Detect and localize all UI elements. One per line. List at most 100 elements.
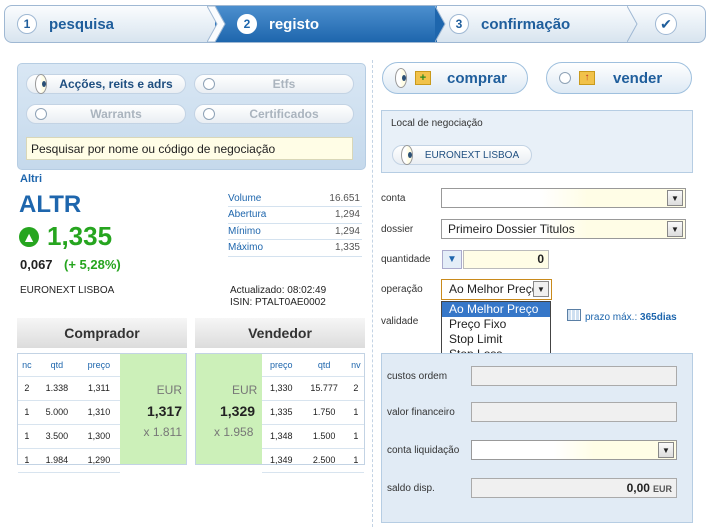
saldo-field: 0,00 EUR <box>471 478 677 498</box>
prazo-label: prazo máx.: <box>585 312 638 323</box>
conta-select[interactable]: ▼ <box>441 188 686 208</box>
arrow-up-icon: ▲ <box>19 226 39 247</box>
seller-book: EUR 1,329 x 1.958 preço qtd nv 1,330 15.777… <box>195 353 365 473</box>
market-label: EURONEXT LISBOA <box>424 149 520 161</box>
bid-qty: x 1.811 <box>143 425 182 439</box>
stat-value: 16.651 <box>310 190 362 207</box>
step-registo[interactable]: 2 registo <box>215 6 437 42</box>
cell: 3.500 <box>35 424 78 449</box>
type-etfs[interactable]: Etfs <box>194 74 354 94</box>
panel-title: Local de negociação <box>391 118 483 129</box>
stat-value: 1,294 <box>310 223 362 240</box>
sell-button[interactable]: ↑ vender <box>546 62 692 94</box>
step-pesquisa[interactable]: 1 pesquisa <box>5 6 215 42</box>
type-certificados[interactable]: Certificados <box>194 104 354 124</box>
buyer-table: nc qtd preço 2 1.338 1,311 1 5.000 1,310 1 3.50… <box>18 354 120 473</box>
conta-label: conta <box>381 193 406 204</box>
cell: 1 <box>18 448 36 473</box>
option[interactable]: Preço Fixo <box>442 317 550 332</box>
chevron-down-icon: ▼ <box>658 442 674 458</box>
market-option[interactable]: EURONEXT LISBOA <box>392 145 532 165</box>
quantity-input[interactable]: 0 <box>463 250 549 269</box>
col-header: nv <box>347 354 364 377</box>
cell: 1 <box>18 400 36 425</box>
col-header: preço <box>77 354 120 377</box>
step-separator <box>627 6 638 42</box>
table-row: 1,330 15.777 2 <box>262 376 364 401</box>
updated-time: Actualizado: 08:02:49 <box>230 285 327 296</box>
cell: 1,311 <box>77 376 120 401</box>
table-row: 2 1.338 1,311 <box>18 376 120 401</box>
buyer-header: Comprador <box>17 318 187 348</box>
cart-add-icon: + <box>415 71 431 85</box>
cell: 1,348 <box>262 424 301 449</box>
liquidacao-label: conta liquidação <box>387 445 460 456</box>
sell-label: vender <box>613 69 663 87</box>
type-warrants[interactable]: Warrants <box>26 104 186 124</box>
operacao-select[interactable]: Ao Melhor Preço ▼ <box>441 279 552 300</box>
option[interactable]: Stop Limit <box>442 332 550 347</box>
seller-best[interactable]: EUR 1,329 x 1.958 <box>196 354 262 464</box>
dossier-select[interactable]: Primeiro Dossier Titulos ▼ <box>441 219 686 239</box>
currency: EUR <box>232 383 258 397</box>
change-pct: (+ 5,28%) <box>64 257 121 272</box>
valor-label: valor financeiro <box>387 407 455 418</box>
radio-icon <box>203 78 215 90</box>
buyer-best[interactable]: EUR 1,317 x 1.811 <box>120 354 186 464</box>
price-value: 1,335 <box>47 221 113 251</box>
last-price: ▲ 1,335 <box>19 221 112 252</box>
saldo-value: 0,00 <box>626 481 650 495</box>
stats-table: Volume 16.651 Abertura 1,294 Mínimo 1,294 M… <box>228 190 362 257</box>
stat-label: Abertura <box>228 206 310 224</box>
liquidacao-select[interactable]: ▼ <box>471 440 677 460</box>
step-bar: 1 pesquisa 2 registo 3 confirmação ✔ <box>4 5 706 43</box>
best-bid: 1,317 <box>146 403 182 419</box>
cell: 1,330 <box>262 376 301 401</box>
calendar-icon[interactable] <box>567 309 581 321</box>
table-row: 1,349 2.500 1 <box>262 448 364 473</box>
seller-header: Vendedor <box>195 318 365 348</box>
buy-label: comprar <box>447 69 508 87</box>
buy-button[interactable]: + comprar <box>382 62 528 94</box>
col-header: nc <box>18 354 36 377</box>
step-number: 1 <box>17 14 37 34</box>
cell: 1 <box>347 448 364 473</box>
cell: 2 <box>18 376 36 401</box>
qty-decrement-button[interactable]: ▼ <box>442 250 462 269</box>
prazo-text: prazo máx.: 365dias <box>585 312 677 323</box>
table-header: nc qtd preço <box>18 354 120 377</box>
seller-table: preço qtd nv 1,330 15.777 2 1,335 1.750 1 1,34… <box>262 354 364 473</box>
ticker: ALTR <box>19 191 82 218</box>
stat-label: Máximo <box>228 239 310 257</box>
cell: 1.984 <box>35 448 78 473</box>
stat-row: Máximo 1,335 <box>228 239 362 257</box>
cell: 1,335 <box>262 400 301 425</box>
check-icon: ✔ <box>655 13 677 35</box>
cell: 1.500 <box>300 424 348 449</box>
cell: 1.750 <box>300 400 348 425</box>
step-label: pesquisa <box>49 15 115 33</box>
step-confirmacao[interactable]: 3 confirmação <box>445 6 635 42</box>
radio-icon <box>401 145 413 165</box>
local-negociacao-panel: Local de negociação EURONEXT LISBOA <box>381 110 693 173</box>
stat-label: Volume <box>228 190 310 207</box>
stat-value: 1,335 <box>310 239 362 257</box>
cell: 1,310 <box>77 400 120 425</box>
radio-icon <box>203 108 215 120</box>
cell: 2.500 <box>300 448 348 473</box>
cell: 1 <box>347 400 364 425</box>
custos-field <box>471 366 677 386</box>
step-number: 3 <box>449 14 469 34</box>
valor-field <box>471 402 677 422</box>
option[interactable]: Ao Melhor Preço <box>442 302 550 317</box>
type-label: Warrants <box>90 107 142 121</box>
cell: 1,290 <box>77 448 120 473</box>
step-label: registo <box>269 15 320 33</box>
type-acoes[interactable]: Acções, reits e adrs <box>26 74 186 94</box>
cell: 1.338 <box>35 376 78 401</box>
table-row: 1,335 1.750 1 <box>262 400 364 425</box>
step-label: confirmação <box>481 15 571 33</box>
search-input[interactable]: Pesquisar por nome ou código de negociaç… <box>26 137 353 160</box>
market-name: EURONEXT LISBOA <box>20 285 115 296</box>
chevron-down-icon: ▼ <box>667 190 683 206</box>
